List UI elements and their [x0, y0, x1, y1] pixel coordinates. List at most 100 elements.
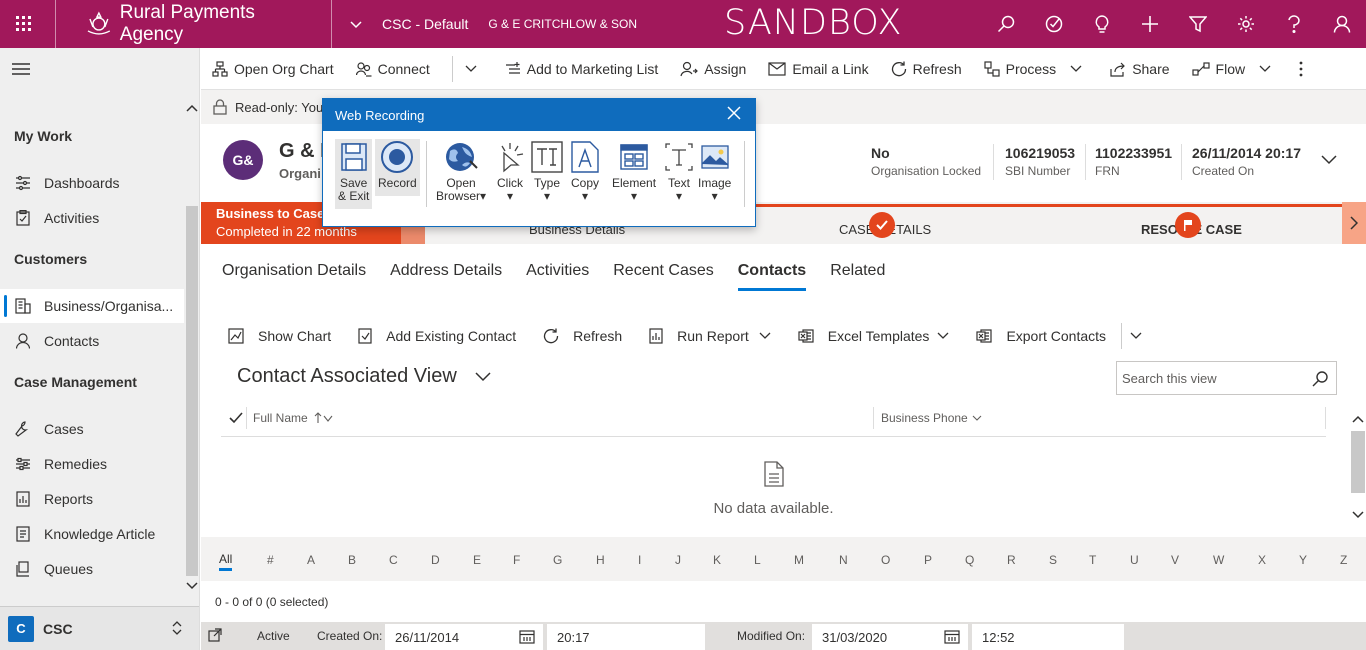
- lightbulb-icon[interactable]: [1078, 0, 1126, 48]
- show-chart-button[interactable]: Show Chart: [228, 328, 331, 344]
- open-browser-button[interactable]: Open Browser▾: [436, 139, 486, 203]
- tab-related[interactable]: Related: [830, 262, 885, 291]
- grid-scroll-thumb[interactable]: [1351, 431, 1365, 493]
- alpha-filter[interactable]: T: [1089, 553, 1096, 567]
- hamburger-icon[interactable]: [12, 62, 30, 79]
- alpha-filter[interactable]: V: [1171, 553, 1179, 567]
- scroll-down-icon[interactable]: [1352, 511, 1364, 519]
- alpha-filter[interactable]: F: [513, 553, 520, 567]
- flow-button[interactable]: Flow: [1191, 61, 1278, 77]
- element-button[interactable]: Element ▾: [612, 139, 656, 203]
- run-report-button[interactable]: Run Report: [649, 328, 771, 344]
- share-button[interactable]: Share: [1110, 61, 1170, 77]
- alpha-filter[interactable]: Q: [965, 553, 974, 567]
- app-launcher-icon[interactable]: [0, 0, 48, 48]
- assign-button[interactable]: Assign: [680, 61, 746, 77]
- modified-on-time-field[interactable]: 12:52: [972, 624, 1124, 650]
- sidebar-item-reports[interactable]: Reports: [0, 482, 184, 516]
- sidebar-item-queues[interactable]: Queues: [0, 552, 184, 586]
- alpha-filter[interactable]: N: [839, 553, 848, 567]
- select-all-checkbox[interactable]: [229, 411, 243, 427]
- alpha-filter[interactable]: K: [713, 553, 721, 567]
- scroll-down-icon[interactable]: [186, 582, 198, 590]
- search-icon[interactable]: [1312, 371, 1328, 390]
- alpha-filter[interactable]: X: [1258, 553, 1266, 567]
- help-icon[interactable]: [1270, 0, 1318, 48]
- alpha-filter[interactable]: Y: [1299, 553, 1307, 567]
- app-name[interactable]: CSC - Default: [382, 16, 468, 32]
- alpha-filter[interactable]: I: [638, 553, 641, 567]
- plus-icon[interactable]: [1126, 0, 1174, 48]
- alpha-filter[interactable]: O: [881, 553, 890, 567]
- sidebar-item-cases[interactable]: Cases: [0, 412, 184, 446]
- grid-scrollbar[interactable]: [1350, 409, 1366, 527]
- process-button[interactable]: Process: [984, 61, 1089, 77]
- sidebar-item-contacts[interactable]: Contacts: [0, 324, 184, 358]
- search-input[interactable]: [1122, 370, 1302, 386]
- tab-contacts[interactable]: Contacts: [737, 262, 807, 291]
- scroll-up-icon[interactable]: [186, 104, 198, 112]
- alpha-filter[interactable]: A: [307, 553, 315, 567]
- sidebar-item-business[interactable]: Business/Organisa...: [0, 289, 184, 323]
- sidebar-item-activities[interactable]: Activities: [0, 201, 184, 235]
- stage-resolve-case[interactable]: RESOLVE CASE: [1141, 212, 1242, 238]
- calendar-icon[interactable]: [944, 629, 960, 644]
- type-button[interactable]: Type ▾: [531, 139, 563, 203]
- column-header-full-name[interactable]: Full Name: [253, 411, 334, 425]
- close-icon[interactable]: [727, 106, 741, 123]
- alpha-filter[interactable]: D: [431, 553, 440, 567]
- tab-activities[interactable]: Activities: [526, 262, 589, 291]
- alpha-filter[interactable]: #: [267, 553, 274, 567]
- excel-templates-button[interactable]: Excel Templates: [798, 328, 950, 344]
- more-commands-button[interactable]: [1299, 61, 1309, 77]
- alpha-filter[interactable]: E: [473, 553, 481, 567]
- view-selector[interactable]: Contact Associated View: [237, 365, 491, 388]
- sidebar-scrollbar[interactable]: [184, 100, 200, 600]
- sidebar-item-remedies[interactable]: Remedies: [0, 447, 184, 481]
- save-exit-button[interactable]: Save & Exit: [335, 139, 373, 209]
- created-on-time-field[interactable]: 20:17: [547, 624, 705, 650]
- refresh-button[interactable]: Refresh: [891, 61, 962, 77]
- email-link-button[interactable]: Email a Link: [768, 61, 869, 77]
- filter-icon[interactable]: [1174, 0, 1222, 48]
- sidebar-scroll-thumb[interactable]: [186, 206, 198, 576]
- subgrid-refresh-button[interactable]: Refresh: [543, 328, 622, 344]
- brand-link[interactable]: Rural Payments Agency: [55, 0, 332, 48]
- open-in-new-window-icon[interactable]: [208, 628, 222, 645]
- alpha-filter[interactable]: M: [794, 553, 804, 567]
- search-icon[interactable]: [982, 0, 1030, 48]
- next-stage-button[interactable]: [1342, 202, 1366, 244]
- alpha-filter[interactable]: G: [553, 553, 562, 567]
- area-switcher[interactable]: C CSC: [0, 606, 199, 650]
- text-button[interactable]: Text ▾: [665, 139, 693, 203]
- created-on-date-field[interactable]: 26/11/2014: [385, 624, 543, 650]
- column-header-business-phone[interactable]: Business Phone: [881, 411, 982, 425]
- alpha-filter[interactable]: C: [389, 553, 398, 567]
- dialog-title-bar[interactable]: Web Recording: [323, 99, 755, 131]
- tab-recent-cases[interactable]: Recent Cases: [613, 262, 714, 291]
- open-org-chart-button[interactable]: Open Org Chart: [212, 61, 334, 77]
- export-contacts-button[interactable]: Export Contacts: [976, 328, 1106, 344]
- add-existing-contact-button[interactable]: Add Existing Contact: [358, 328, 516, 344]
- click-button[interactable]: Click ▾: [494, 139, 526, 203]
- record-button[interactable]: Record: [375, 139, 420, 196]
- alpha-filter[interactable]: U: [1130, 553, 1139, 567]
- tab-organisation-details[interactable]: Organisation Details: [222, 262, 366, 291]
- connect-button[interactable]: Connect: [355, 61, 430, 77]
- scroll-up-icon[interactable]: [1352, 415, 1364, 423]
- alpha-filter[interactable]: L: [754, 553, 761, 567]
- add-to-marketing-list-button[interactable]: Add to Marketing List: [505, 61, 658, 77]
- alpha-filter[interactable]: P: [924, 553, 932, 567]
- alpha-filter[interactable]: H: [596, 553, 605, 567]
- task-flow-icon[interactable]: [1030, 0, 1078, 48]
- alpha-filter[interactable]: Z: [1340, 553, 1347, 567]
- calendar-icon[interactable]: [519, 629, 535, 644]
- alpha-filter[interactable]: J: [675, 553, 681, 567]
- alpha-filter-all[interactable]: All: [219, 552, 233, 571]
- alpha-filter[interactable]: W: [1213, 553, 1224, 567]
- gear-icon[interactable]: [1222, 0, 1270, 48]
- chevron-down-icon[interactable]: [344, 16, 368, 32]
- stage-case-details[interactable]: CASE DETAILS: [839, 212, 931, 238]
- export-more-button[interactable]: [1130, 332, 1156, 340]
- alpha-filter[interactable]: S: [1049, 553, 1057, 567]
